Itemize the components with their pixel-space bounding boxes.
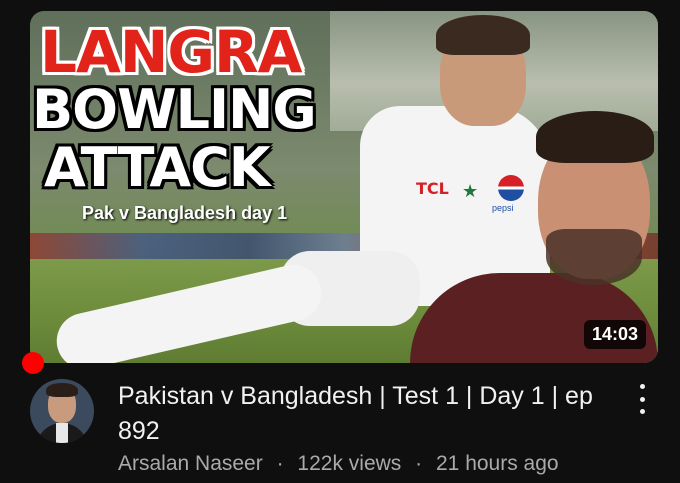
thumbnail-title-line-3: ATTACK — [44, 136, 271, 199]
duration-badge: 14:03 — [583, 320, 646, 349]
dot-icon — [639, 409, 645, 414]
avatar-hair — [46, 383, 78, 397]
pepsi-logo-icon — [498, 175, 524, 201]
dot-icon — [639, 384, 645, 389]
thumbnail-title-line-2: BOWLING — [32, 78, 317, 141]
upload-age: 21 hours ago — [436, 452, 559, 475]
pepsi-logo-text: pepsi — [492, 203, 514, 213]
video-card[interactable]: TCL ★ pepsi LANGRA BOWLING ATTACK Pak v … — [0, 0, 680, 483]
more-options-icon[interactable] — [632, 384, 652, 414]
star-icon: ★ — [462, 181, 479, 201]
channel-name[interactable]: Arsalan Naseer — [118, 452, 263, 475]
presenter-beard — [546, 229, 642, 285]
progress-scrubber-dot[interactable] — [22, 352, 44, 374]
presenter-hair — [536, 111, 654, 163]
thumbnail-title-line-1: LANGRA — [40, 18, 303, 86]
dot-icon — [639, 396, 645, 402]
video-meta-line: Arsalan Naseer · 122k views · 21 hours a… — [118, 452, 559, 476]
jersey-sponsor-text: TCL — [416, 179, 449, 198]
video-title[interactable]: Pakistan v Bangladesh | Test 1 | Day 1 |… — [118, 379, 618, 449]
meta-separator: · — [415, 452, 423, 475]
avatar-collar — [56, 423, 68, 443]
thumbnail-subtitle: Pak v Bangladesh day 1 — [82, 203, 288, 223]
video-thumbnail[interactable]: TCL ★ pepsi LANGRA BOWLING ATTACK Pak v … — [30, 11, 658, 363]
channel-avatar[interactable] — [30, 379, 94, 443]
meta-separator: · — [276, 452, 284, 475]
player-hair — [436, 15, 530, 55]
view-count: 122k views — [297, 452, 402, 475]
